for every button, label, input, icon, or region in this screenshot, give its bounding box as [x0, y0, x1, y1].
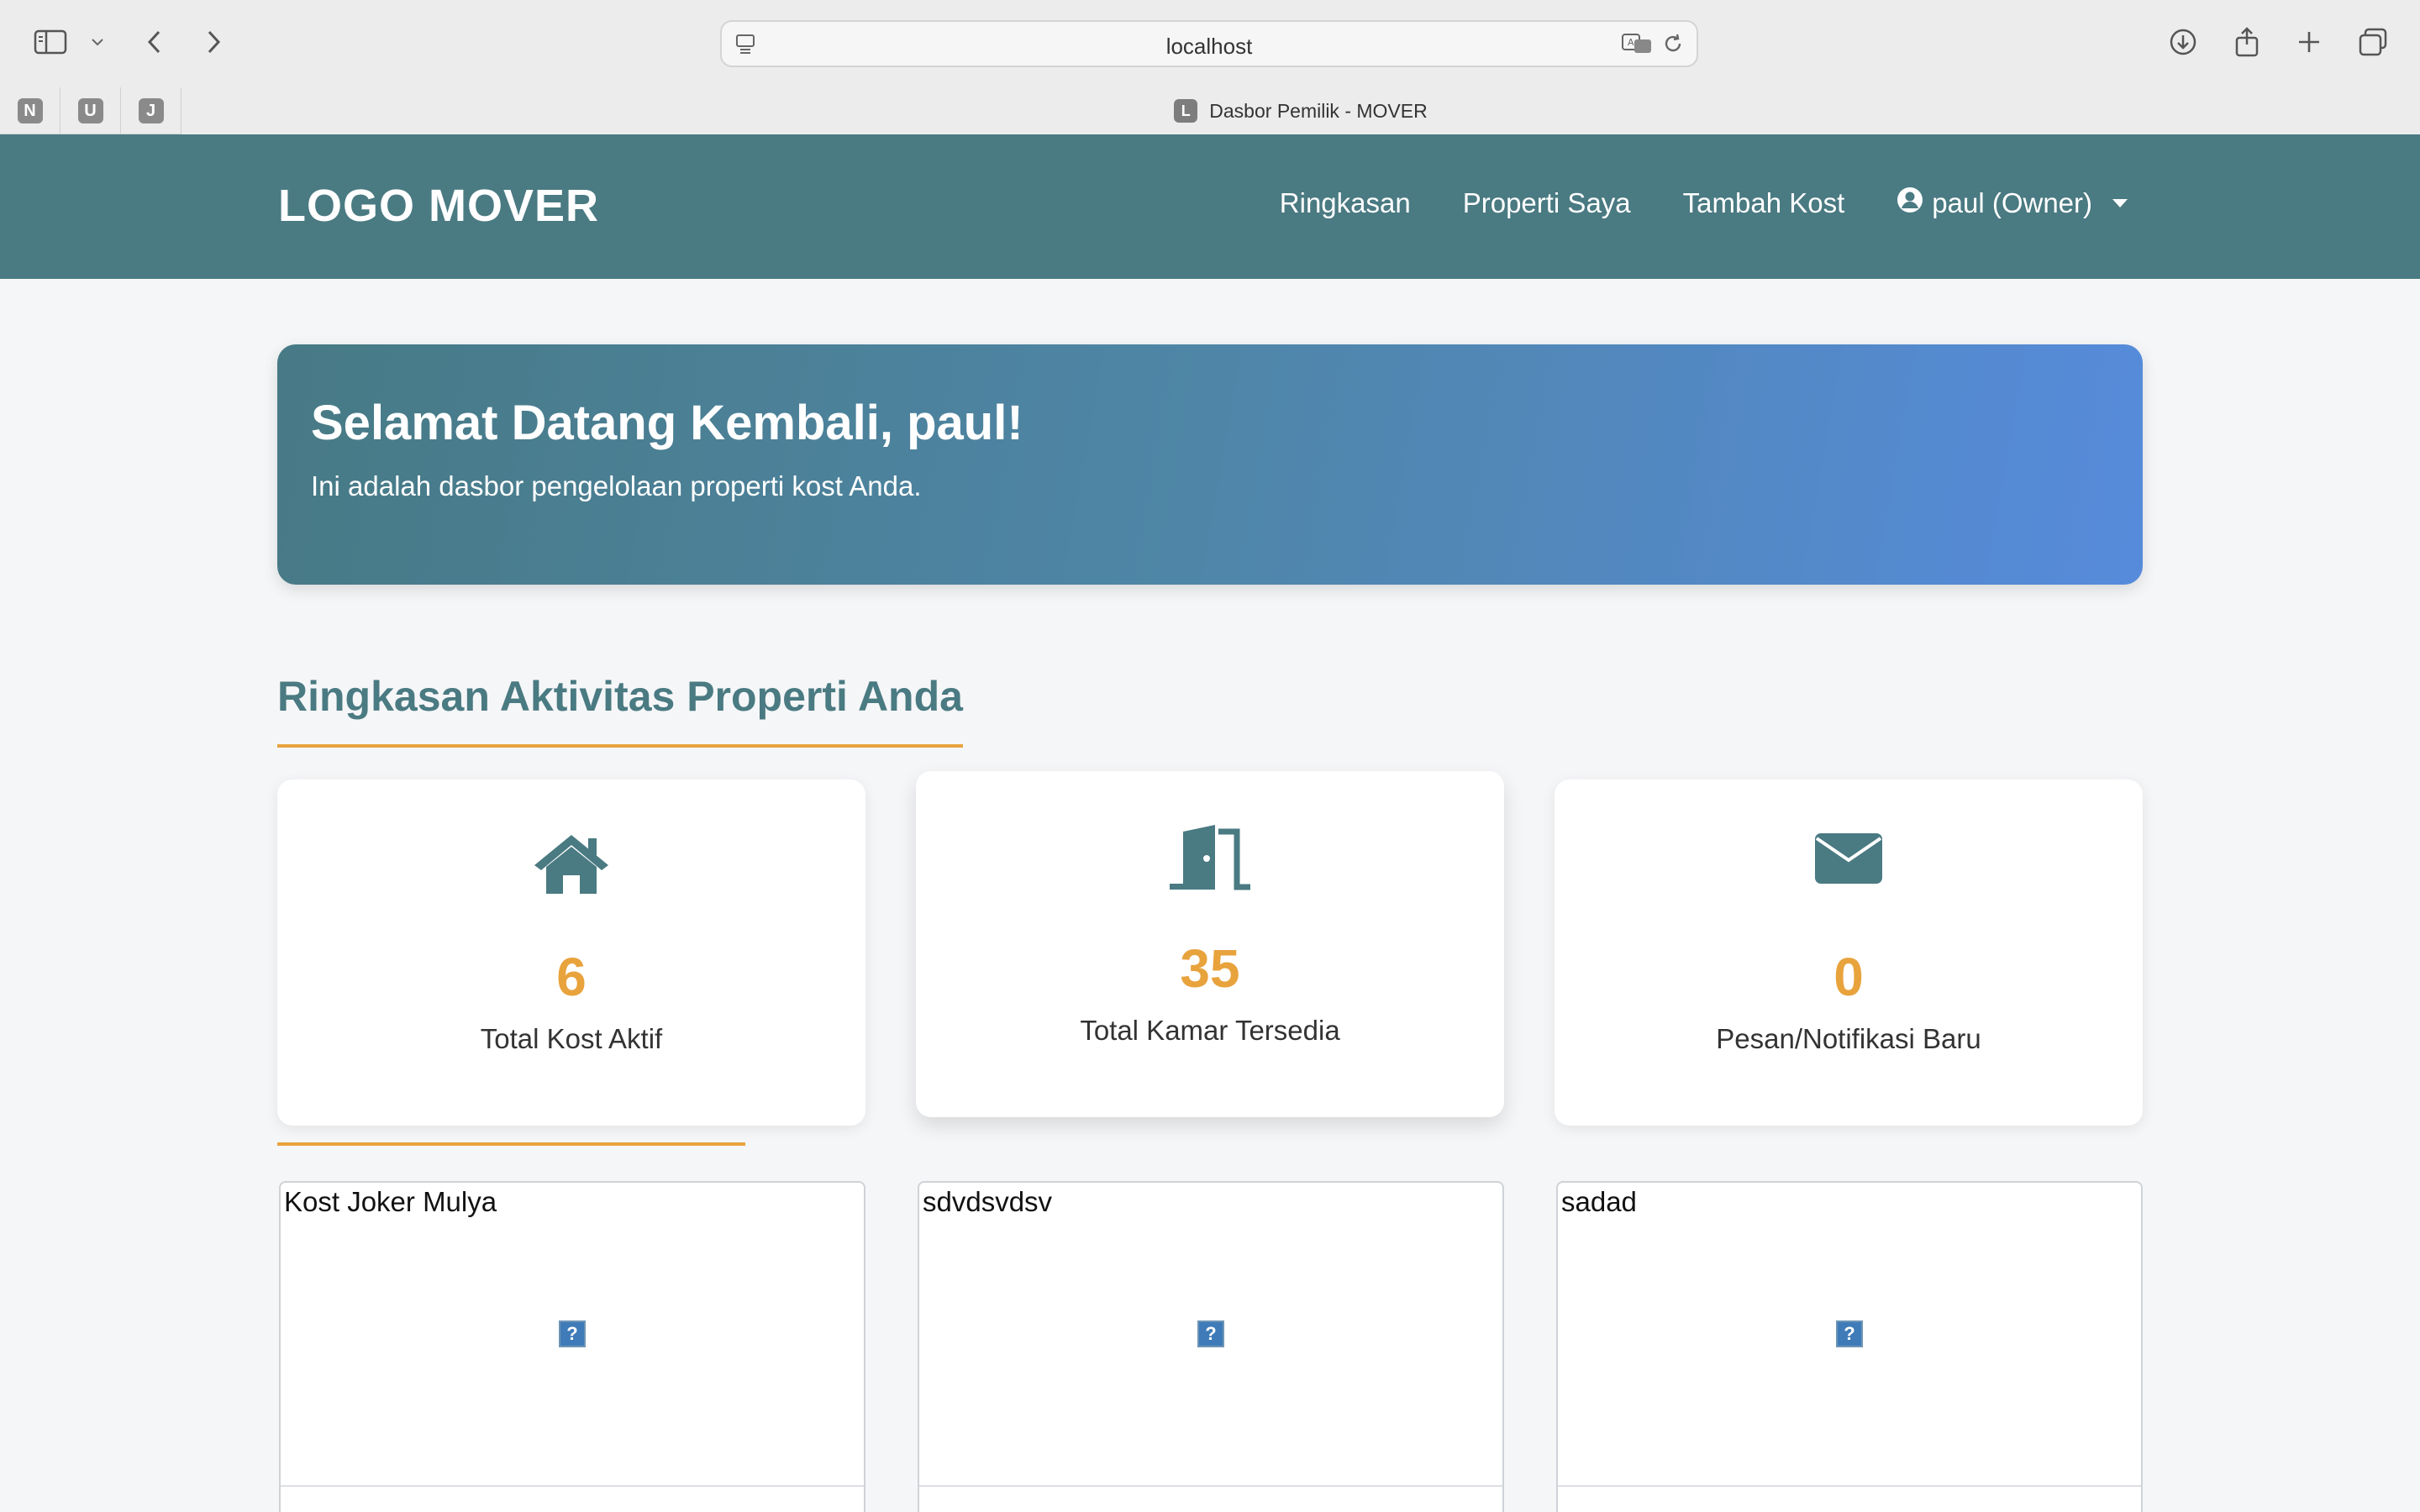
tab-favicon: L [1174, 99, 1198, 123]
nav-link-properti-saya[interactable]: Properti Saya [1463, 187, 1631, 219]
pinned-tab-favicon: U [77, 98, 103, 123]
nav-link-ringkasan[interactable]: Ringkasan [1280, 187, 1411, 219]
welcome-subtitle: Ini adalah dasbor pengelolaan properti k… [311, 470, 922, 501]
property-card[interactable]: sdvdsvdsv ? [918, 1181, 1504, 1512]
card-divider [919, 1485, 1502, 1487]
logo[interactable]: LOGO MOVER [278, 180, 599, 232]
back-icon[interactable] [134, 22, 175, 62]
pinned-tab[interactable]: J [121, 87, 182, 134]
browser-toolbar: localhost A [0, 0, 2420, 87]
app-navbar: LOGO MOVER Ringkasan Properti Saya Tamba… [0, 134, 2420, 279]
browser-chrome: localhost A N U J L Dasbor Pemilik - MOV… [0, 0, 2420, 134]
stat-card-total-kost: 6 Total Kost Aktif [277, 780, 865, 1126]
stat-label: Total Kamar Tersedia [1080, 1015, 1340, 1046]
stat-value: 0 [1833, 947, 1864, 1007]
envelope-icon [1555, 832, 2143, 885]
property-name: sdvdsvdsv [923, 1186, 1053, 1217]
stat-label: Total Kost Aktif [480, 1023, 663, 1054]
property-card[interactable]: Kost Joker Mulya ? [279, 1181, 865, 1512]
forward-icon[interactable] [193, 22, 234, 62]
stat-label: Pesan/Notifikasi Baru [1716, 1023, 1981, 1054]
welcome-banner: Selamat Datang Kembali, paul! Ini adalah… [277, 344, 2143, 585]
tab-bar: N U J L Dasbor Pemilik - MOVER [0, 87, 2420, 134]
pinned-tab[interactable]: N [0, 87, 60, 134]
reload-icon[interactable] [1661, 32, 1685, 60]
property-card[interactable]: sadad ? [1556, 1181, 2143, 1512]
home-icon [277, 832, 865, 895]
sidebar-toggle-icon[interactable] [30, 22, 71, 62]
property-name: Kost Joker Mulya [284, 1186, 497, 1217]
door-icon [916, 823, 1504, 892]
chevron-down-icon[interactable] [77, 22, 118, 62]
pinned-tab[interactable]: U [60, 87, 121, 134]
broken-image-icon: ? [1197, 1320, 1224, 1347]
property-name: sadad [1561, 1186, 1637, 1217]
card-divider [281, 1485, 864, 1487]
card-divider [1558, 1485, 2141, 1487]
share-icon[interactable] [2227, 22, 2267, 62]
broken-image-icon: ? [1836, 1320, 1863, 1347]
user-name: paul (Owner) [1932, 187, 2092, 218]
pinned-tab-favicon: N [17, 98, 43, 123]
address-bar[interactable]: localhost A [720, 20, 1698, 67]
new-tab-icon[interactable] [2289, 22, 2329, 62]
section-divider [277, 1142, 745, 1146]
stat-value: 6 [556, 947, 587, 1007]
pinned-tab-favicon: J [138, 98, 164, 123]
downloads-icon[interactable] [2163, 22, 2203, 62]
nav-links: Ringkasan Properti Saya Tambah Kost paul… [1280, 186, 2128, 220]
nav-link-tambah-kost[interactable]: Tambah Kost [1683, 187, 1845, 219]
caret-down-icon [2112, 199, 2128, 207]
broken-image-icon: ? [559, 1320, 586, 1347]
stat-card-total-kamar: 35 Total Kamar Tersedia [916, 771, 1504, 1117]
stat-value: 35 [1180, 938, 1240, 999]
tab-title: Dasbor Pemilik - MOVER [1209, 99, 1428, 122]
section-title: Ringkasan Aktivitas Properti Anda [277, 672, 963, 748]
active-tab[interactable]: L Dasbor Pemilik - MOVER [182, 87, 2420, 134]
translate-icon[interactable]: A [1621, 32, 1655, 60]
url-text[interactable]: localhost [722, 34, 1697, 60]
user-menu-dropdown[interactable]: paul (Owner) [1897, 186, 2128, 220]
svg-text:A: A [1628, 37, 1634, 48]
stat-card-pesan: 0 Pesan/Notifikasi Baru [1555, 780, 2143, 1126]
welcome-title: Selamat Datang Kembali, paul! [311, 396, 1023, 450]
tab-overview-icon[interactable] [2353, 22, 2393, 62]
user-circle-icon [1897, 186, 1923, 220]
